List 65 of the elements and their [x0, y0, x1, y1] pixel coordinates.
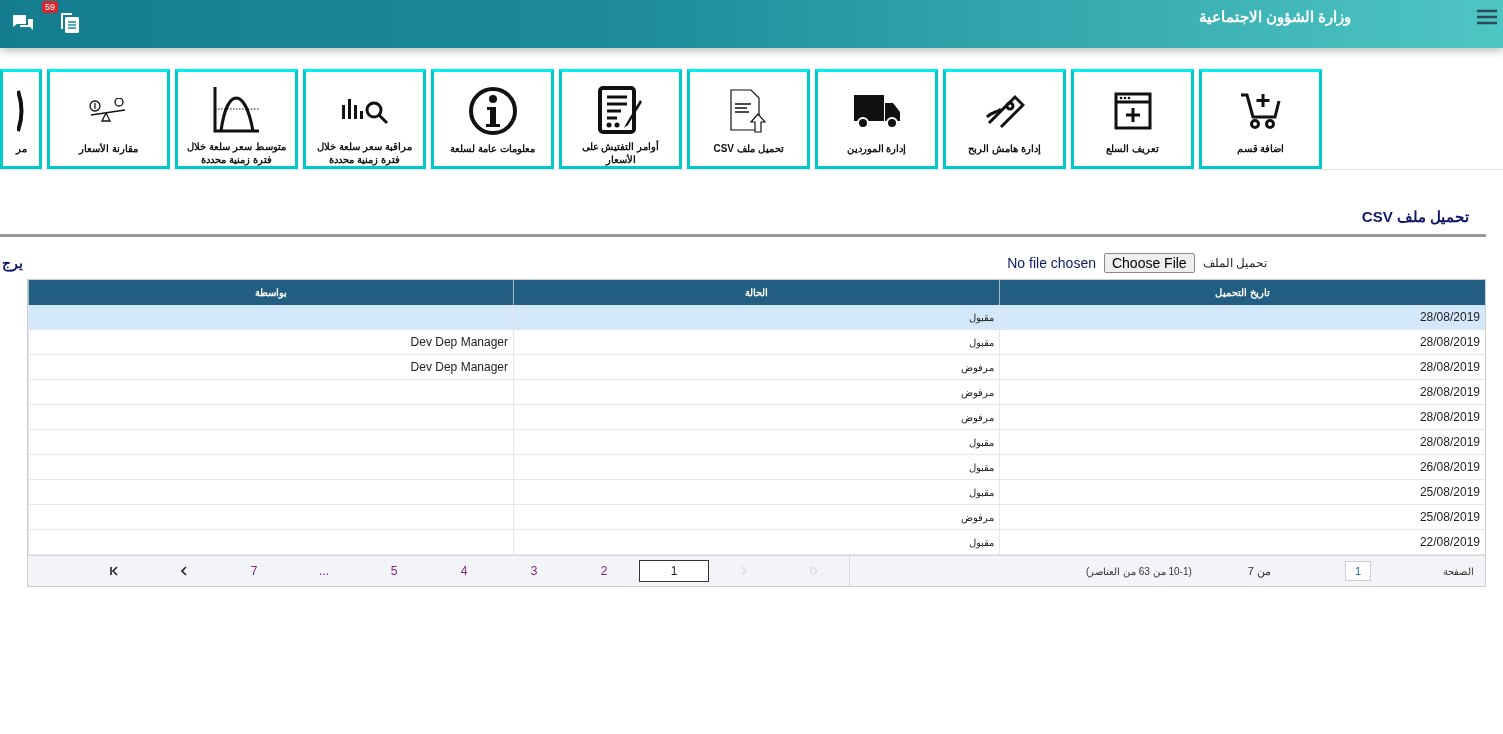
page-link[interactable]: 1: [639, 560, 709, 582]
table-cell: مقبول: [513, 480, 999, 505]
table-cell: مقبول: [513, 305, 999, 330]
table-cell: 28/08/2019: [999, 305, 1485, 330]
page-link[interactable]: 2: [569, 560, 639, 582]
menu-icon[interactable]: [1477, 9, 1497, 25]
items-summary: (10-1 من 63 من العناصر): [1085, 565, 1192, 577]
page-input[interactable]: 1: [1345, 561, 1371, 581]
cart-plus-icon: [1238, 91, 1283, 131]
table-cell: مقبول: [513, 330, 999, 355]
table-cell: مرفوض: [513, 505, 999, 530]
page-label: الصفحة: [1443, 565, 1474, 577]
table-cell: Dev Dep Manager: [28, 355, 513, 380]
upload-label: تحميل الملف: [1202, 256, 1267, 270]
menu-tile[interactable]: متوسط سعر سلعة خلال فترة زمنية محددة: [175, 69, 298, 169]
table-cell: 22/08/2019: [999, 530, 1485, 555]
table-cell: 28/08/2019: [999, 355, 1485, 380]
menu-tile[interactable]: تعريف السلع: [1071, 69, 1194, 169]
table-cell: 28/08/2019: [999, 405, 1485, 430]
window-plus-icon: [1113, 92, 1152, 130]
page-link[interactable]: 7: [219, 560, 289, 582]
page-link[interactable]: ...: [289, 560, 359, 582]
table-cell: 25/08/2019: [999, 480, 1485, 505]
table-cell: مرفوض: [513, 405, 999, 430]
table-cell: 28/08/2019: [999, 430, 1485, 455]
chat-icon[interactable]: [12, 14, 34, 32]
csv-upload-icon: [728, 88, 769, 134]
bell-curve-chart-icon: [212, 87, 261, 133]
menu-tile[interactable]: اضافة قسم: [1199, 69, 1322, 169]
menu-tile[interactable]: مقارنة الأسعار: [47, 69, 170, 169]
menu-tile[interactable]: معلومات عامة لسلعة: [431, 69, 554, 169]
table-cell: مرفوض: [513, 355, 999, 380]
table-cell: مقبول: [513, 430, 999, 455]
menu-tile[interactable]: إدارة هامش الربح: [943, 69, 1066, 169]
page-total: من 7: [1247, 564, 1271, 578]
page-link[interactable]: 4: [429, 560, 499, 582]
page-link[interactable]: 5: [359, 560, 429, 582]
menu-tile[interactable]: أوامر التفتيش على الأسعار: [559, 69, 682, 169]
column-header[interactable]: بواسطة: [28, 280, 513, 305]
menu-tile[interactable]: مر: [0, 69, 42, 169]
info-icon: [467, 86, 518, 136]
table-cell: 25/08/2019: [999, 505, 1485, 530]
menu-tile[interactable]: إدارة الموردين: [815, 69, 938, 169]
notice-text: يرج: [2, 255, 23, 271]
documents-icon[interactable]: [60, 12, 80, 34]
menu-tile[interactable]: مراقبة سعر سلعة خلال فترة زمنية محددة: [303, 69, 426, 169]
page-link[interactable]: 3: [499, 560, 569, 582]
ministry-title: وزارة الشؤون الاجتماعية: [1198, 8, 1351, 26]
column-header[interactable]: تاريخ التحميل: [999, 280, 1485, 305]
table-cell: مرفوض: [513, 380, 999, 405]
file-status: No file chosen: [1007, 255, 1096, 271]
truck-icon: [851, 93, 902, 129]
menu-tile[interactable]: تحميل ملف CSV: [687, 69, 810, 169]
notification-badge: 59: [42, 1, 58, 13]
document-pen-icon: [597, 86, 644, 134]
arc-icon: [17, 89, 25, 133]
table-cell: 26/08/2019: [999, 455, 1485, 480]
table-cell: 28/08/2019: [999, 380, 1485, 405]
table-cell: 28/08/2019: [999, 330, 1485, 355]
table-cell: Dev Dep Manager: [28, 330, 513, 355]
choose-file-button[interactable]: Choose File: [1103, 253, 1195, 273]
table-cell: مقبول: [513, 530, 999, 555]
table-cell: مقبول: [513, 455, 999, 480]
column-header[interactable]: الحالة: [513, 280, 999, 305]
section-title: تحميل ملف CSV: [1360, 208, 1469, 226]
